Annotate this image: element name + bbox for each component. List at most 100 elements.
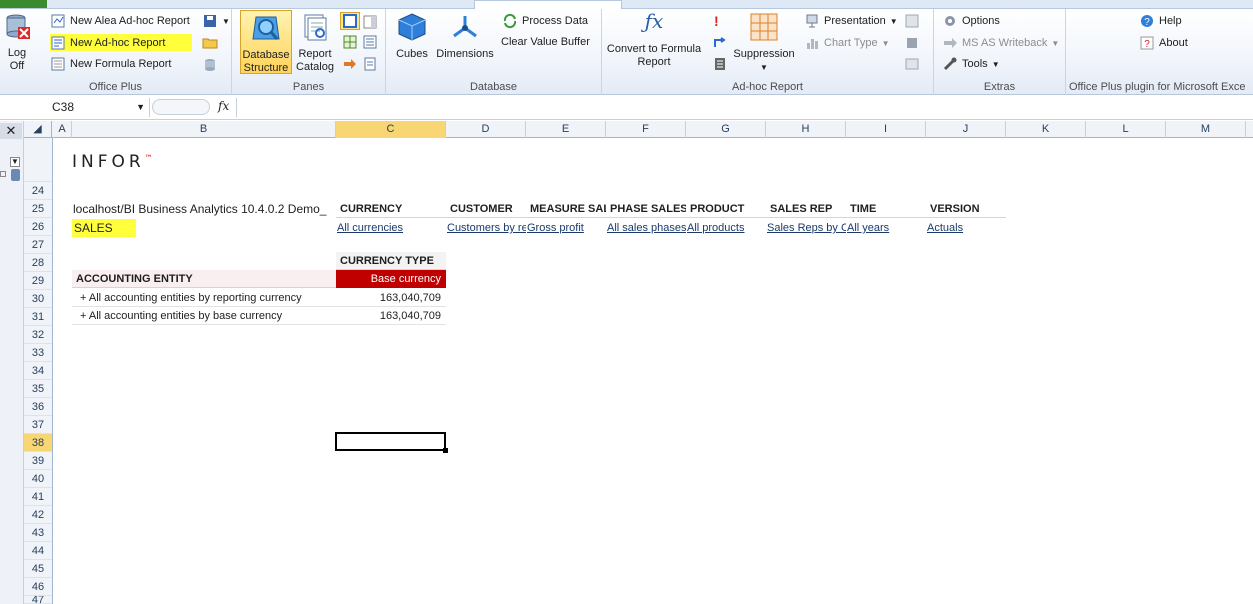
column-header-d[interactable]: D [446, 121, 526, 138]
filter-button[interactable] [712, 56, 728, 72]
dim-header-measure[interactable]: MEASURE SAL [526, 200, 606, 218]
clear-value-buffer-button[interactable]: Clear Value Buffer [501, 36, 590, 48]
row-header-38[interactable]: 38 [24, 434, 52, 452]
pane-toggle-2-button[interactable] [362, 14, 378, 30]
select-all-corner[interactable]: ◢ [24, 121, 52, 138]
writeback-button[interactable]: MS AS Writeback ▼ [942, 35, 1059, 51]
convert-to-formula-button[interactable]: ƒx Convert to Formula Report [606, 11, 702, 69]
file-tab[interactable] [0, 0, 47, 8]
dim-header-product[interactable]: PRODUCT [686, 200, 766, 218]
row-header-47[interactable]: 47 [24, 596, 52, 604]
row-header-37[interactable]: 37 [24, 416, 52, 434]
dim-value-currency[interactable]: All currencies [337, 219, 445, 237]
data-row-value-2[interactable]: 163,040,709 [336, 307, 446, 325]
name-box[interactable]: C38 ▼ [0, 98, 150, 117]
exclamation-button[interactable]: ! [714, 13, 719, 29]
row-header-31[interactable]: 31 [24, 308, 52, 326]
row-header-44[interactable]: 44 [24, 542, 52, 560]
cube-name-cell[interactable]: SALES [72, 219, 136, 237]
new-adhoc-button[interactable]: New Ad-hoc Report [50, 34, 192, 51]
suppression-button[interactable]: Suppression ▼ [730, 12, 798, 74]
data-row-label-1[interactable]: + All accounting entities by reporting c… [72, 289, 336, 307]
new-formula-button[interactable]: New Formula Report [50, 56, 171, 72]
base-currency-header[interactable]: Base currency [336, 270, 446, 288]
row-header-36[interactable]: 36 [24, 398, 52, 416]
row-header-33[interactable]: 33 [24, 344, 52, 362]
column-header-a[interactable]: A [53, 121, 72, 138]
data-row-label-2[interactable]: + All accounting entities by base curren… [72, 307, 336, 325]
dim-header-sales-rep[interactable]: SALES REP [766, 200, 846, 218]
row-header-24[interactable]: 24 [24, 182, 52, 200]
column-dim-header[interactable]: CURRENCY TYPE [336, 252, 446, 270]
log-off-button[interactable]: Log Off [2, 13, 34, 73]
tools-button[interactable]: Tools ▼ [942, 56, 1000, 72]
row-header-35[interactable]: 35 [24, 380, 52, 398]
report-catalog-button[interactable]: Report Catalog [294, 12, 336, 74]
process-data-button[interactable]: Process Data [502, 13, 588, 29]
dimensions-button[interactable]: Dimensions [434, 12, 496, 61]
name-box-dropdown-icon[interactable]: ▼ [136, 98, 145, 117]
worksheet-grid[interactable]: INFOR™ localhost/BI Business Analytics 1… [53, 138, 1253, 604]
office-plus-tab[interactable] [474, 0, 622, 9]
dim-value-version[interactable]: Actuals [927, 219, 1006, 237]
about-button[interactable]: ? About [1139, 35, 1188, 51]
dim-value-product[interactable]: All products [687, 219, 766, 237]
tree-node-icon[interactable] [0, 171, 6, 177]
row-header-34[interactable]: 34 [24, 362, 52, 380]
row-header-41[interactable]: 41 [24, 488, 52, 506]
row-header-26[interactable]: 26 [24, 218, 52, 236]
help-button[interactable]: ? Help [1139, 13, 1182, 29]
row-dim-header[interactable]: ACCOUNTING ENTITY [72, 270, 336, 288]
save-dropdown-icon[interactable]: ▼ [222, 17, 230, 26]
connection-label[interactable]: localhost/BI Business Analytics 10.4.0.2… [73, 200, 335, 218]
open-folder-button[interactable] [202, 35, 218, 51]
row-header-25[interactable]: 25 [24, 200, 52, 218]
dim-value-sales-rep[interactable]: Sales Reps by C [767, 219, 846, 237]
row-header-32[interactable]: 32 [24, 326, 52, 344]
options-button[interactable]: Options [942, 13, 1000, 29]
database-structure-button[interactable]: Database Structure [240, 10, 292, 74]
row-header-39[interactable]: 39 [24, 452, 52, 470]
row-header-29[interactable]: 29 [24, 272, 52, 290]
row-header-46[interactable]: 46 [24, 578, 52, 596]
adhoc-extra-3-button[interactable] [904, 56, 920, 72]
chart-type-button[interactable]: Chart Type ▼ [804, 35, 890, 51]
insert-function-icon[interactable]: fx [218, 99, 229, 113]
column-header-h[interactable]: H [766, 121, 846, 138]
row-header-40[interactable]: 40 [24, 470, 52, 488]
row-header-27[interactable]: 27 [24, 236, 52, 254]
cubes-button[interactable]: Cubes [390, 12, 434, 61]
row-header-43[interactable]: 43 [24, 524, 52, 542]
column-header-b[interactable]: B [72, 121, 336, 138]
column-header-m[interactable]: M [1166, 121, 1246, 138]
data-row-value-1[interactable]: 163,040,709 [336, 289, 446, 307]
adhoc-extra-1-button[interactable] [904, 13, 920, 29]
column-header-l[interactable]: L [1086, 121, 1166, 138]
column-header-j[interactable]: J [926, 121, 1006, 138]
row-header-42[interactable]: 42 [24, 506, 52, 524]
pane-toggle-5-button[interactable] [342, 56, 358, 72]
pane-toggle-3-button[interactable] [342, 34, 358, 50]
column-header-e[interactable]: E [526, 121, 606, 138]
column-header-c[interactable]: C [336, 121, 446, 138]
dim-value-measure[interactable]: Gross profit [527, 219, 606, 237]
column-header-k[interactable]: K [1006, 121, 1086, 138]
row-header-30[interactable]: 30 [24, 290, 52, 308]
dim-header-version[interactable]: VERSION [926, 200, 1006, 218]
column-header-g[interactable]: G [686, 121, 766, 138]
column-header-i[interactable]: I [846, 121, 926, 138]
pane-toggle-1-button[interactable] [340, 12, 360, 30]
dim-header-phase-sales[interactable]: PHASE SALES [606, 200, 686, 218]
dim-value-customer[interactable]: Customers by re [447, 219, 526, 237]
pane-toggle-4-button[interactable] [362, 34, 378, 50]
row-header-28[interactable]: 28 [24, 254, 52, 272]
adhoc-extra-2-button[interactable] [904, 35, 920, 51]
new-alea-adhoc-button[interactable]: New Alea Ad-hoc Report [50, 13, 190, 29]
dim-header-customer[interactable]: CUSTOMER [446, 200, 526, 218]
dim-header-currency[interactable]: CURRENCY [336, 200, 446, 218]
swap-axes-button[interactable] [712, 35, 728, 51]
close-pane-button[interactable]: ✕ [0, 123, 22, 139]
formula-input[interactable] [236, 98, 1253, 117]
column-header-f[interactable]: F [606, 121, 686, 138]
formula-bar-resize-handle[interactable] [152, 99, 210, 115]
